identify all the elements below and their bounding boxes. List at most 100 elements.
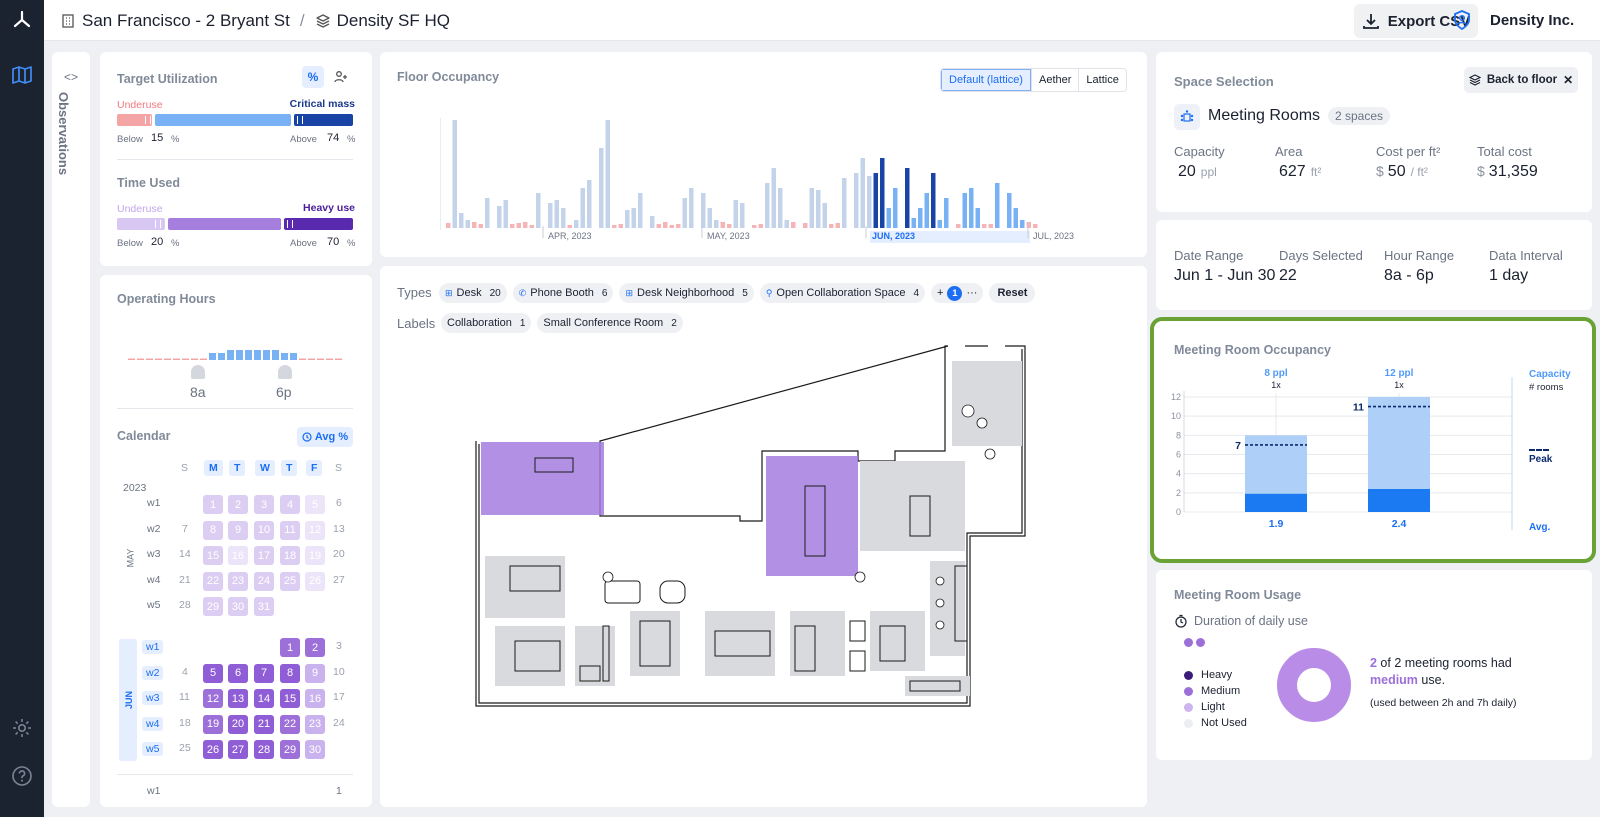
calendar-day[interactable]: 4 (182, 666, 188, 678)
calendar-day[interactable]: 30 (305, 740, 325, 759)
week-label[interactable]: w3 (142, 691, 164, 705)
reset-button[interactable]: Reset (989, 283, 1036, 303)
weekday-header[interactable]: S (335, 462, 342, 474)
help-icon[interactable] (10, 764, 34, 788)
calendar-day[interactable]: 10 (333, 666, 345, 678)
org-name[interactable]: Density Inc. (1490, 12, 1574, 29)
people-toggle-icon[interactable] (330, 66, 352, 88)
calendar-day[interactable]: 26 (203, 740, 223, 759)
calendar-day[interactable]: 28 (254, 740, 274, 759)
expand-chevrons-icon[interactable]: <> (64, 70, 78, 84)
calendar-day[interactable]: 12 (305, 520, 325, 540)
week-label[interactable]: w1 (147, 785, 160, 797)
weekday-header[interactable]: M (204, 460, 223, 476)
weekday-header[interactable]: T (229, 460, 246, 476)
calendar-day[interactable]: 30 (228, 597, 248, 616)
calendar-day[interactable]: 24 (254, 571, 274, 591)
calendar-day[interactable]: 21 (254, 714, 274, 734)
calendar-day[interactable]: 23 (305, 714, 325, 734)
week-label[interactable]: w1 (142, 640, 164, 654)
chip-small-conference-room[interactable]: Small Conference Room 2 (537, 313, 683, 333)
calendar-day[interactable]: 12 (203, 689, 223, 708)
breadcrumb-floor[interactable]: Density SF HQ (337, 11, 450, 31)
above-value[interactable]: 74 (327, 132, 339, 144)
underuse-handle[interactable] (145, 116, 151, 124)
calendar-day[interactable]: 11 (280, 520, 300, 540)
calendar-day[interactable]: 27 (228, 740, 248, 759)
percent-toggle[interactable]: % (302, 66, 324, 88)
calendar-day[interactable]: 3 (254, 495, 274, 514)
calendar-day[interactable]: 11 (179, 691, 190, 703)
calendar-day[interactable]: 18 (179, 717, 191, 729)
calendar-day[interactable]: 3 (336, 640, 342, 652)
meeting-room-b[interactable] (766, 456, 858, 576)
calendar-day[interactable]: 5 (203, 663, 223, 683)
meeting-room-occupancy-card[interactable]: Meeting Room Occupancy 0 2 4 6 8 10 12 7 8 ppl 1x… (1150, 317, 1596, 563)
calendar-day[interactable]: 19 (305, 546, 325, 565)
tab-aether[interactable]: Aether (1030, 69, 1078, 91)
calendar-day[interactable]: 27 (333, 574, 345, 586)
calendar-day[interactable]: 13 (228, 689, 248, 708)
calendar-day[interactable]: 6 (336, 497, 342, 509)
calendar-day[interactable]: 21 (179, 574, 191, 586)
calendar-day[interactable]: 7 (254, 663, 274, 683)
calendar-day[interactable]: 17 (333, 691, 345, 703)
chip-open-collaboration[interactable]: ⚲ Open Collaboration Space 4 (759, 283, 925, 303)
tab-lattice[interactable]: Lattice (1078, 69, 1125, 91)
week-label[interactable]: w1 (147, 497, 160, 509)
map-icon[interactable] (10, 63, 34, 87)
calendar-day[interactable]: 13 (333, 523, 345, 535)
time-below-value[interactable]: 20 (151, 236, 163, 248)
calendar-day[interactable]: 6 (228, 663, 248, 683)
calendar-day[interactable]: 20 (333, 548, 345, 560)
weekday-header[interactable]: S (181, 462, 188, 474)
calendar-day[interactable]: 22 (280, 714, 300, 734)
calendar-day[interactable]: 8 (203, 520, 223, 540)
calendar-day[interactable]: 23 (228, 571, 248, 591)
calendar-day[interactable]: 16 (228, 546, 248, 565)
weekday-header[interactable]: F (306, 460, 323, 476)
floor-plan[interactable] (440, 341, 1140, 801)
weekday-header[interactable]: W (255, 460, 275, 476)
calendar-day[interactable]: 16 (305, 689, 325, 708)
calendar-day[interactable]: 31 (254, 597, 274, 616)
back-to-floor-button[interactable]: Back to floor ✕ (1464, 67, 1578, 93)
week-label[interactable]: w3 (147, 548, 160, 560)
calendar-day[interactable]: 26 (305, 571, 325, 591)
week-label[interactable]: w2 (147, 523, 160, 535)
calendar-day[interactable]: 7 (182, 523, 188, 535)
chip-more[interactable]: +1 ··· (931, 283, 984, 303)
week-label[interactable]: w2 (142, 665, 164, 680)
heavy-handle[interactable] (287, 220, 293, 228)
calendar-day[interactable]: 29 (203, 597, 223, 616)
week-label[interactable]: w5 (142, 742, 164, 756)
weekday-header[interactable]: T (281, 460, 298, 476)
settings-gear-icon[interactable] (10, 716, 34, 740)
meeting-occupancy-chart[interactable]: 02468101278 ppl1x1.91112 ppl1x2.4 (1154, 361, 1594, 541)
week-label[interactable]: w4 (142, 716, 164, 731)
calendar-day[interactable]: 15 (280, 689, 300, 708)
utilization-range-bar[interactable] (117, 114, 353, 126)
time-range-bar[interactable] (117, 218, 353, 230)
close-icon[interactable]: ✕ (1563, 73, 1573, 87)
calendar-day[interactable]: 1 (203, 495, 223, 514)
density-logo-icon[interactable] (10, 8, 34, 32)
avg-bar[interactable] (1245, 493, 1307, 512)
below-value[interactable]: 15 (151, 132, 163, 144)
calendar-day[interactable]: 25 (280, 571, 300, 591)
calendar-day[interactable]: 18 (280, 546, 300, 565)
chip-desk-neighborhood[interactable]: ⊞ Desk Neighborhood 5 (619, 283, 754, 303)
calendar-day[interactable]: 28 (179, 599, 191, 611)
breadcrumb-location[interactable]: San Francisco - 2 Bryant St (82, 11, 290, 31)
chip-phone-booth[interactable]: ✆ Phone Booth 6 (512, 283, 614, 303)
calendar-day[interactable]: 1 (336, 785, 342, 797)
calendar-day[interactable]: 20 (228, 714, 248, 734)
calendar-day[interactable]: 25 (179, 742, 191, 754)
calendar-day[interactable]: 4 (280, 495, 300, 514)
calendar-day[interactable]: 9 (228, 520, 248, 540)
calendar-day[interactable]: 2 (228, 495, 248, 514)
calendar-day[interactable]: 1 (280, 638, 300, 657)
tab-default-lattice[interactable]: Default (lattice) (941, 69, 1031, 91)
avg-bar[interactable] (1368, 489, 1430, 512)
critical-handle[interactable] (297, 116, 303, 124)
